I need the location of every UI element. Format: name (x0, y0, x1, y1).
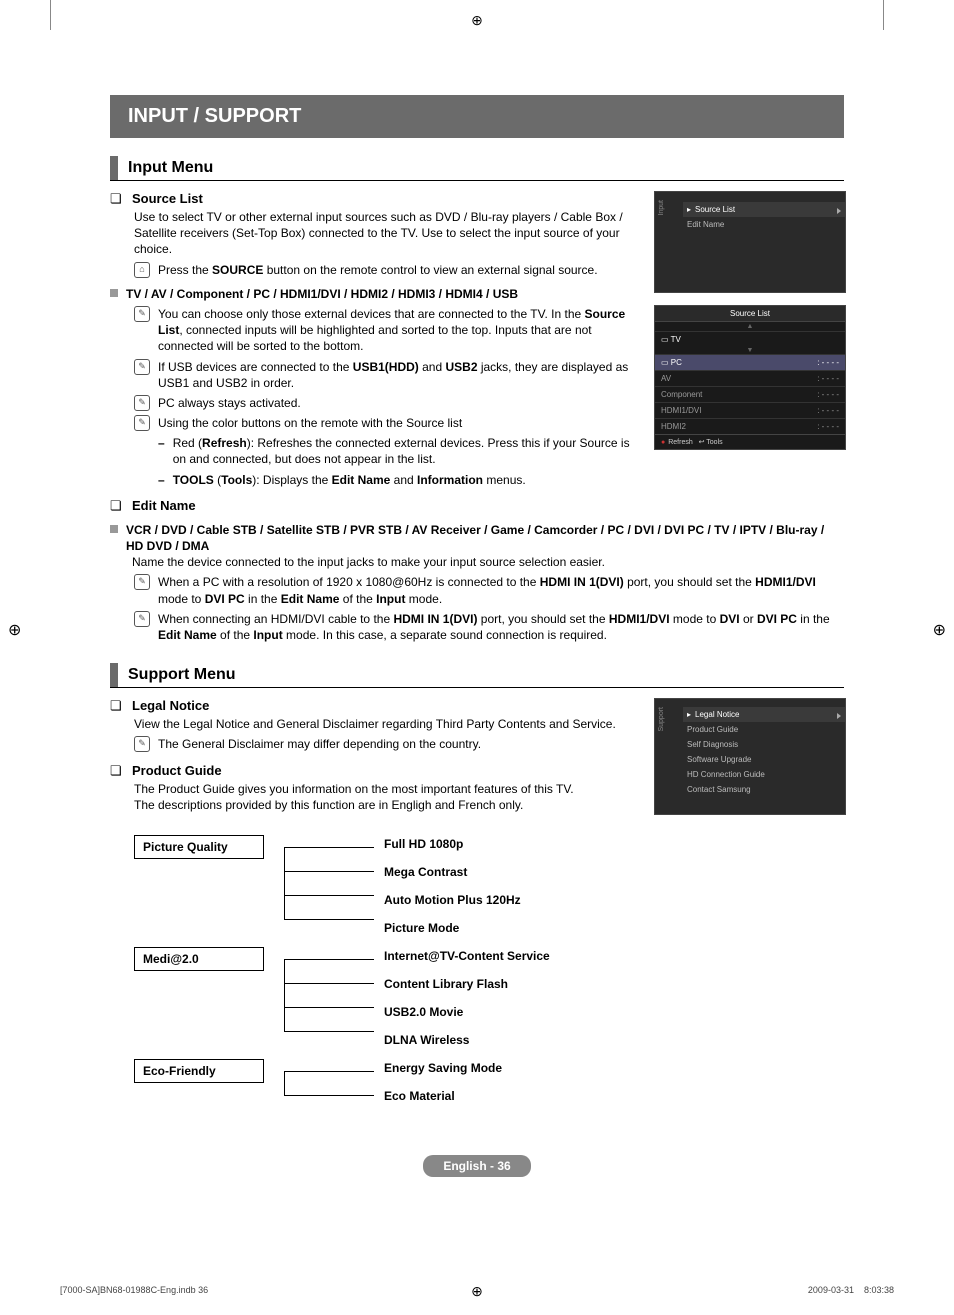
paragraph: Red (Refresh): Refreshes the connected e… (173, 435, 642, 467)
chapter-title: INPUT / SUPPORT (110, 95, 844, 138)
bullet-icon: ❏ (110, 191, 124, 207)
bullet-icon: ❏ (110, 698, 124, 714)
osd-input-menu: Input ▸Source List Edit Name (654, 191, 846, 293)
tree-item: Full HD 1080p (384, 835, 521, 863)
registration-mark-icon: ⊕ (471, 12, 483, 29)
subsection-source-list: Source List (132, 191, 203, 207)
osd-refresh: Refresh (661, 439, 693, 446)
tree-category: Picture Quality (134, 835, 264, 859)
crop-mark (883, 0, 894, 30)
bullet-icon: ❏ (110, 498, 124, 514)
paragraph: TOOLS (Tools): Displays the Edit Name an… (173, 472, 526, 488)
tree-item: DLNA Wireless (384, 1031, 550, 1059)
tree-item: Eco Material (384, 1087, 502, 1115)
note-icon: ✎ (134, 359, 150, 375)
osd-menu-item: Product Guide (683, 722, 845, 737)
note-icon: ✎ (134, 415, 150, 431)
registration-mark-icon: ⊕ (8, 620, 21, 640)
tree-item: Energy Saving Mode (384, 1059, 502, 1087)
osd-tab-label: Support (658, 707, 665, 732)
paragraph: Press the SOURCE button on the remote co… (158, 262, 598, 278)
crop-mark (40, 0, 51, 30)
tree-category: Eco-Friendly (134, 1059, 264, 1083)
paragraph: You can choose only those external devic… (158, 306, 642, 355)
footer-filename: [7000-SA]BN68-01988C-Eng.indb 36 (60, 1285, 208, 1295)
subsection-edit-name: Edit Name (132, 498, 196, 514)
osd-tools: Tools (706, 439, 722, 446)
osd-menu-item: Contact Samsung (683, 782, 845, 797)
paragraph: Using the color buttons on the remote wi… (158, 415, 462, 431)
subsection-product-guide: Product Guide (132, 763, 222, 779)
osd-tab-label: Input (658, 200, 665, 216)
subsection-legal-notice: Legal Notice (132, 698, 209, 714)
osd-menu-item: ▸Legal Notice (683, 707, 845, 722)
note-icon: ✎ (134, 611, 150, 627)
registration-mark-icon: ⊕ (933, 620, 946, 640)
section-support-menu: Support Menu (110, 663, 236, 687)
bullet-icon: ❏ (110, 763, 124, 779)
section-input-menu: Input Menu (110, 156, 213, 180)
osd-menu-item: Edit Name (683, 217, 845, 232)
device-list: VCR / DVD / Cable STB / Satellite STB / … (126, 522, 844, 554)
tree-item: USB2.0 Movie (384, 1003, 550, 1031)
paragraph: When connecting an HDMI/DVI cable to the… (158, 611, 844, 643)
remote-icon: ⌂ (134, 262, 150, 278)
note-icon: ✎ (134, 574, 150, 590)
dash-bullet: – (158, 472, 165, 488)
subsection-tv-av: TV / AV / Component / PC / HDMI1/DVI / H… (126, 286, 518, 302)
note-icon: ✎ (134, 395, 150, 411)
square-bullet-icon (110, 289, 118, 297)
footer-timestamp: 2009-03-31 8:03:38 (808, 1285, 894, 1295)
osd-menu-item: Self Diagnosis (683, 737, 845, 752)
osd-menu-item: ▸Source List (683, 202, 845, 217)
paragraph: The General Disclaimer may differ depend… (158, 736, 481, 752)
tree-item: Internet@TV-Content Service (384, 947, 550, 975)
paragraph: When a PC with a resolution of 1920 x 10… (158, 574, 844, 606)
osd-source-title: Source List (655, 306, 845, 322)
osd-menu-item: Software Upgrade (683, 752, 845, 767)
tree-item: Picture Mode (384, 919, 521, 947)
note-icon: ✎ (134, 736, 150, 752)
tree-item: Mega Contrast (384, 863, 521, 891)
square-bullet-icon (110, 525, 118, 533)
paragraph: Name the device connected to the input j… (132, 554, 844, 570)
page-number: English - 36 (423, 1155, 530, 1177)
paragraph: If USB devices are connected to the USB1… (158, 359, 642, 391)
osd-source-list: Source List ▲ ▭ TV ▼ ▭ PC: - - - - AV: -… (654, 305, 846, 450)
product-guide-tree: Picture Quality Full HD 1080p Mega Contr… (134, 835, 844, 1115)
dash-bullet: – (158, 435, 165, 467)
tree-item: Auto Motion Plus 120Hz (384, 891, 521, 919)
osd-menu-item: HD Connection Guide (683, 767, 845, 782)
tree-item: Content Library Flash (384, 975, 550, 1003)
note-icon: ✎ (134, 306, 150, 322)
osd-support-menu: Support ▸Legal Notice Product Guide Self… (654, 698, 846, 815)
tree-category: Medi@2.0 (134, 947, 264, 971)
paragraph: PC always stays activated. (158, 395, 301, 411)
